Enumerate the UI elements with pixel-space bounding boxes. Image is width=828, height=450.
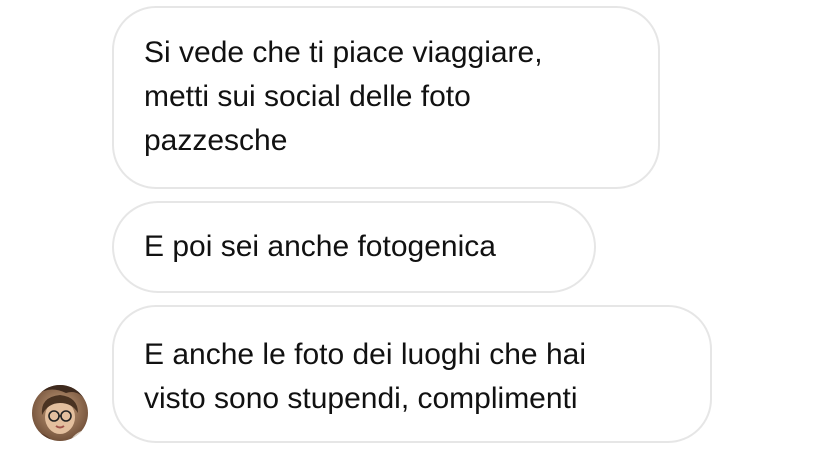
message-text-line: Si vede che ti piace viaggiare, [144,36,543,69]
message-text-line: E anche le foto dei luoghi che hai [144,338,586,371]
message-bubble[interactable]: Si vede che ti piace viaggiare, metti su… [112,6,660,189]
message-text-line: E poi sei anche fotogenica [144,230,496,263]
message-bubble[interactable]: E anche le foto dei luoghi che hai visto… [112,305,712,443]
message-text-line: pazzesche [144,124,288,157]
avatar-photo-icon [32,385,88,441]
sender-avatar[interactable] [32,385,88,441]
message-text-line: visto sono stupendi, complimenti [144,382,578,415]
message-text-line: metti sui social delle foto [144,80,471,113]
message-bubble[interactable]: E poi sei anche fotogenica [112,201,596,293]
